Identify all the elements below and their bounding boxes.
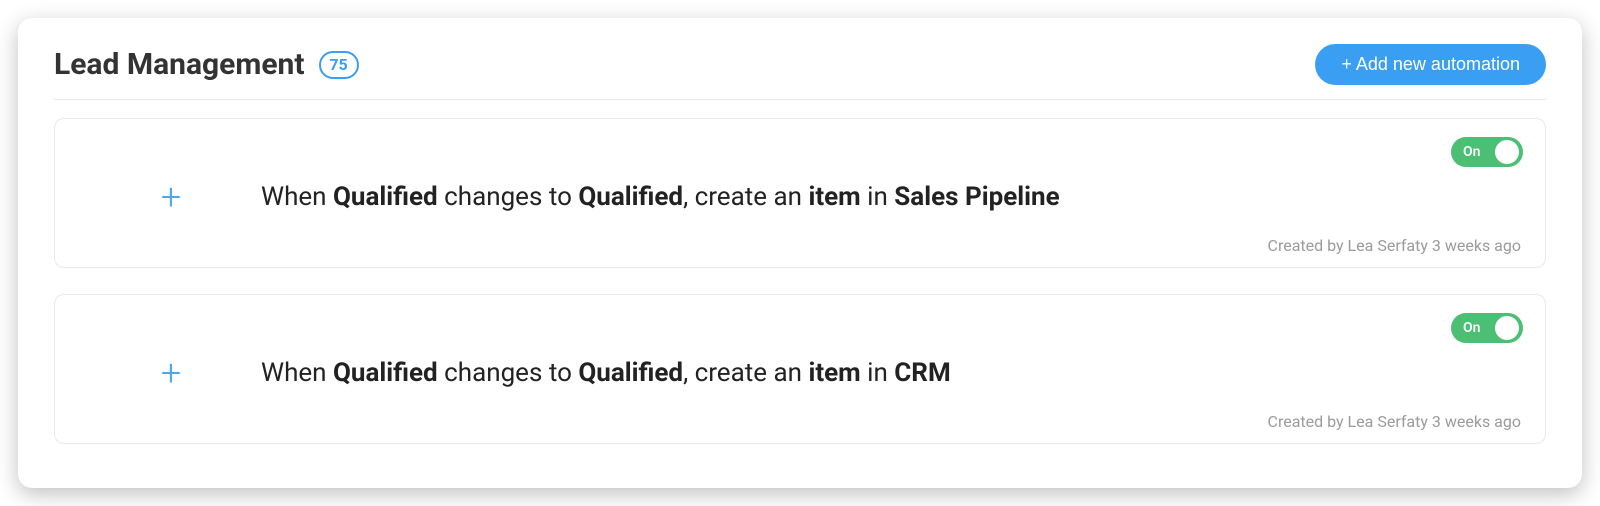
sentence-field: Qualified — [578, 358, 683, 388]
toggle-label: On — [1463, 144, 1495, 160]
sentence-text: When — [261, 182, 333, 212]
automation-toggle[interactable]: On — [1451, 313, 1523, 343]
sentence-text: , create an — [683, 182, 808, 212]
page-title: Lead Management — [54, 47, 305, 82]
sentence-field: Sales Pipeline — [894, 182, 1059, 212]
automation-card[interactable]: + When Qualified changes to Qualified, c… — [54, 118, 1546, 268]
toggle-label: On — [1463, 320, 1495, 336]
add-automation-button[interactable]: + Add new automation — [1315, 44, 1546, 85]
sentence-text: in — [861, 182, 895, 212]
toggle-knob-icon — [1495, 140, 1519, 164]
automation-count-badge: 75 — [319, 51, 359, 79]
sentence-field: item — [808, 182, 860, 212]
automation-panel: Lead Management 75 + Add new automation … — [18, 18, 1582, 488]
sentence-text: changes to — [438, 182, 579, 212]
automation-toggle[interactable]: On — [1451, 137, 1523, 167]
sentence-text: When — [261, 358, 333, 388]
sentence-text: in — [861, 358, 895, 388]
created-by-text: Created by Lea Serfaty 3 weeks ago — [1268, 236, 1521, 255]
sentence-field: item — [808, 358, 860, 388]
sentence-text: , create an — [683, 358, 808, 388]
panel-header: Lead Management 75 + Add new automation — [54, 40, 1546, 99]
plus-icon[interactable]: + — [161, 179, 181, 215]
header-divider — [54, 99, 1546, 100]
sentence-field: Qualified — [333, 182, 438, 212]
automation-list: + When Qualified changes to Qualified, c… — [54, 118, 1546, 444]
sentence-field: Qualified — [333, 358, 438, 388]
sentence-field: CRM — [894, 358, 950, 388]
plus-icon[interactable]: + — [161, 355, 181, 391]
automation-sentence: When Qualified changes to Qualified, cre… — [261, 355, 1519, 391]
sentence-field: Qualified — [578, 182, 683, 212]
created-by-text: Created by Lea Serfaty 3 weeks ago — [1268, 412, 1521, 431]
automation-card[interactable]: + When Qualified changes to Qualified, c… — [54, 294, 1546, 444]
automation-sentence: When Qualified changes to Qualified, cre… — [261, 179, 1519, 215]
toggle-knob-icon — [1495, 316, 1519, 340]
sentence-text: changes to — [438, 358, 579, 388]
